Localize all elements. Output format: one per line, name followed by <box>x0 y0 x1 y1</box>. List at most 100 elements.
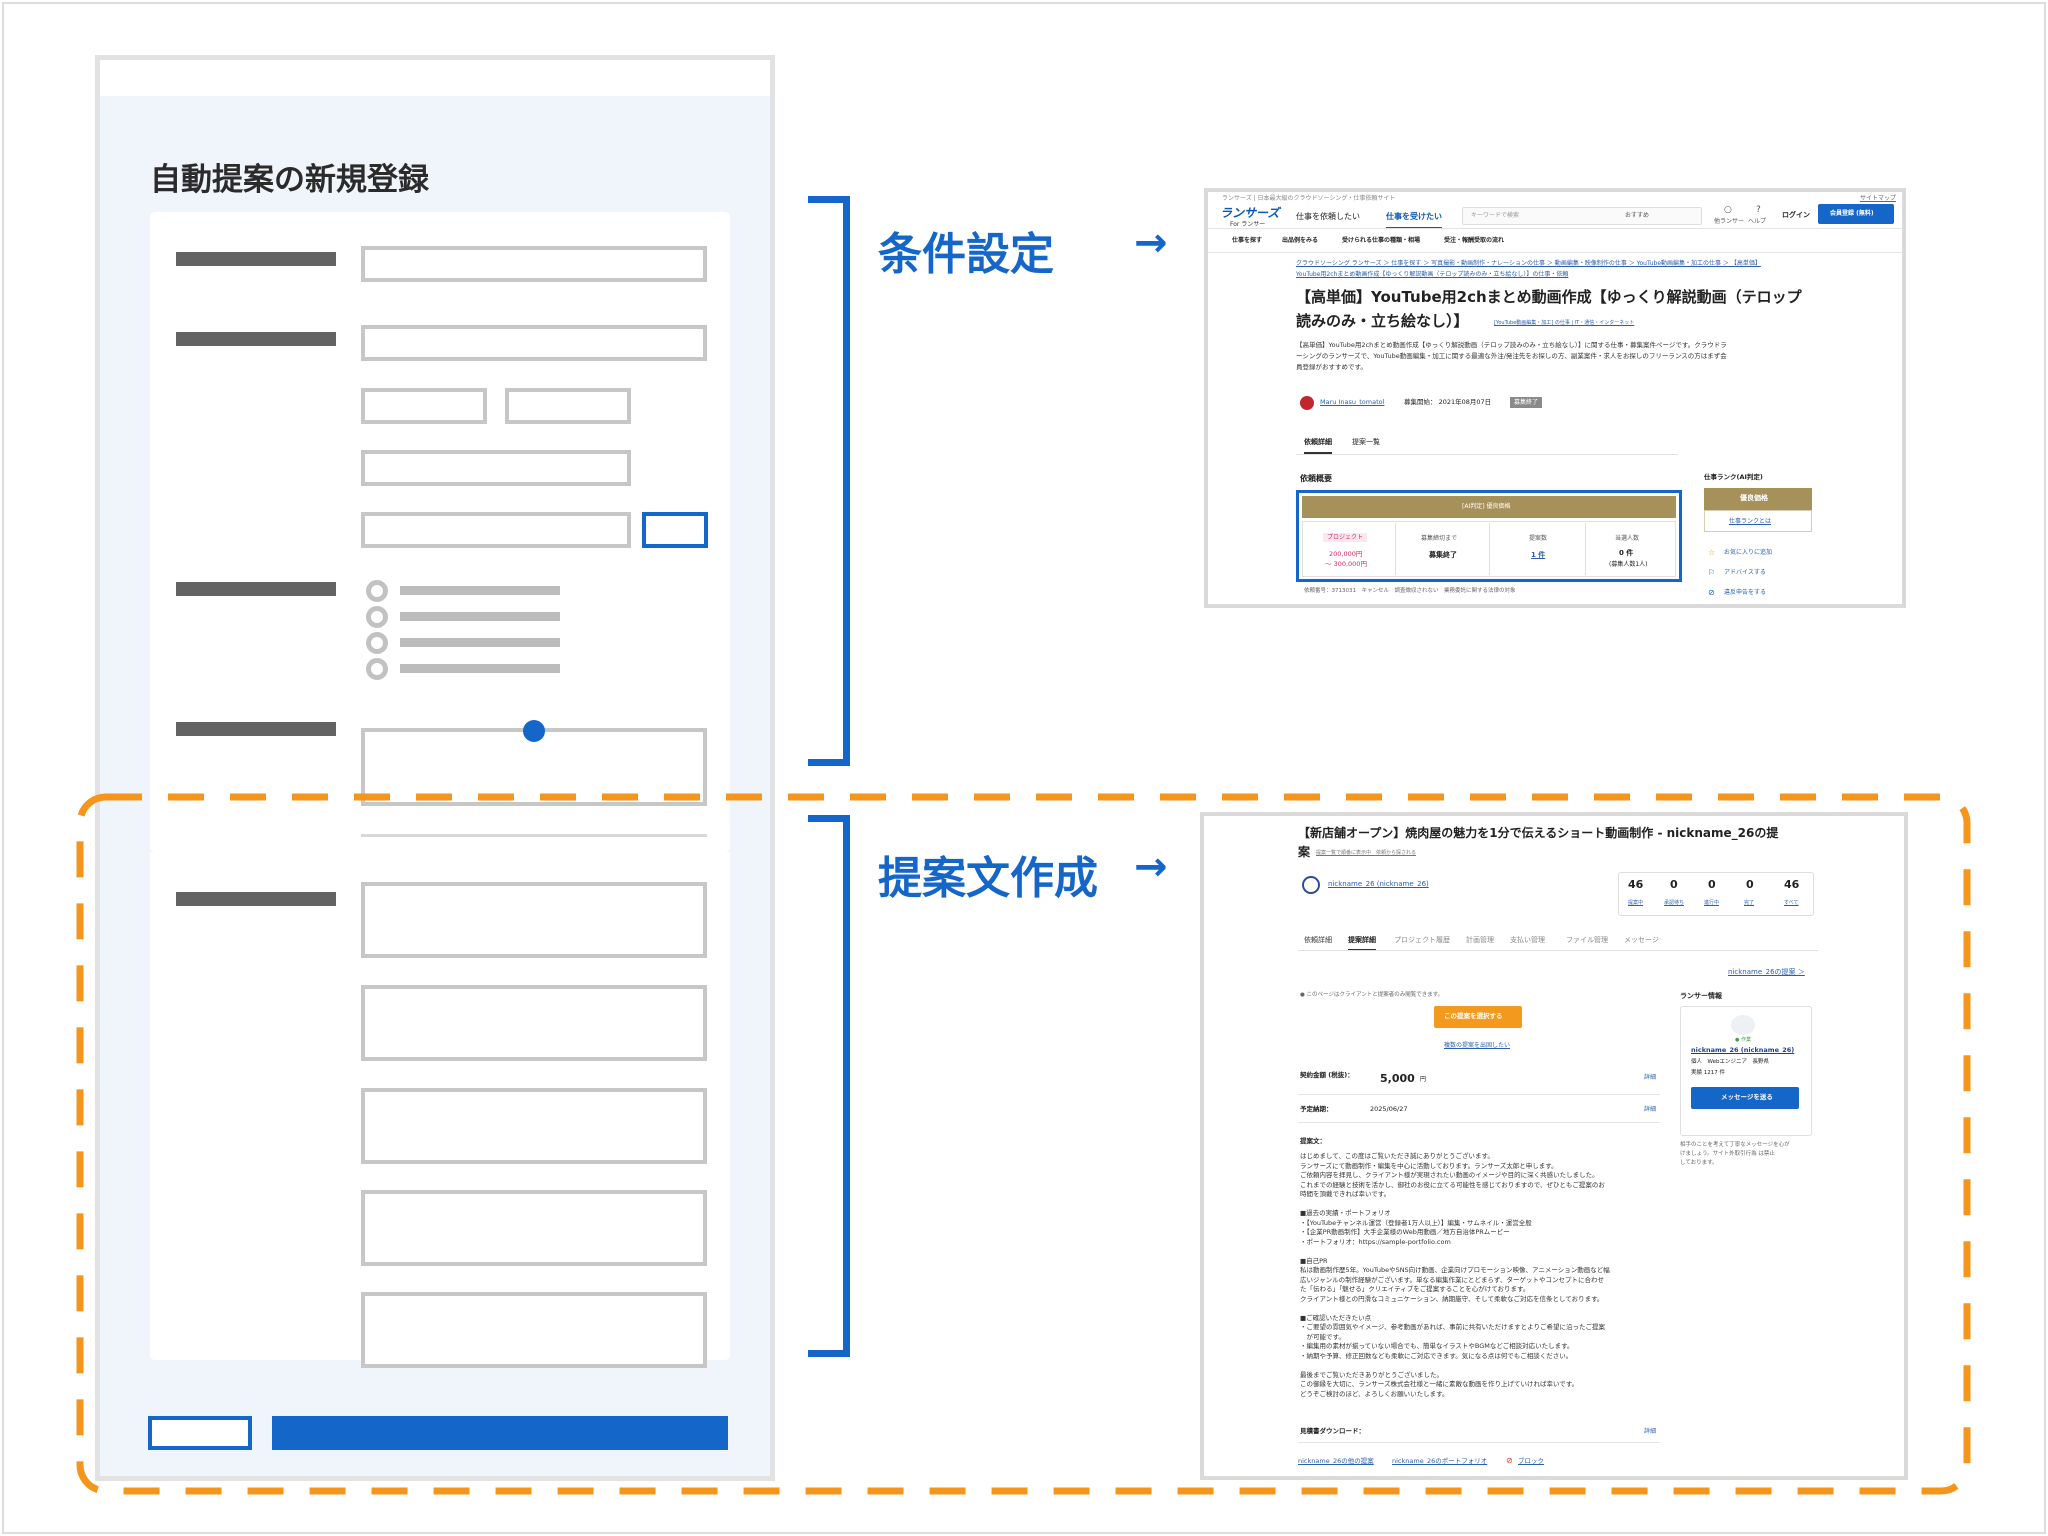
portfolio-link[interactable]: nickname_26のポートフォリオ <box>1392 1457 1487 1466</box>
lancer-card: ● 作業 nickname_26 (nickname_26) 個人 Webエンジ… <box>1680 1006 1812 1136</box>
tab-messages[interactable]: メッセージ <box>1624 936 1659 944</box>
proposal-body-line: 時間を頂戴できれば幸いです。 <box>1300 1190 1391 1198</box>
proposal-title-line2: 案 <box>1298 845 1311 859</box>
due-detail-toggle[interactable]: 詳細 <box>1644 1106 1656 1113</box>
sort-select[interactable]: おすすめ <box>1625 212 1649 219</box>
block-icon[interactable]: ⊘ <box>1506 1456 1513 1466</box>
stat-label-proposing[interactable]: 提案中 <box>1628 900 1643 906</box>
nav-hire[interactable]: 仕事を依頼したい <box>1296 212 1360 222</box>
search-input[interactable]: キーワードで検索 おすすめ <box>1462 207 1702 225</box>
subnav-examples[interactable]: 出品例をみる <box>1282 237 1318 244</box>
subnav-types[interactable]: 受けられる仕事の種類・相場 <box>1342 237 1420 244</box>
user-icon[interactable]: ○ <box>1724 205 1732 216</box>
proposal-link[interactable]: nickname_26の提案 ＞ <box>1728 968 1805 976</box>
lancers-logo[interactable]: ランサーズ <box>1220 206 1279 220</box>
message-button[interactable]: メッセージを送る <box>1691 1087 1799 1109</box>
proposal-body-line: クライアント様との円滑なコミュニケーション、納期厳守、そして柔軟なご対応を信条と… <box>1300 1294 1604 1303</box>
proposal-body-line: が可能です。 <box>1300 1332 1345 1341</box>
proposal-body-line: 広いジャンルの制作経験がございます。単なる編集作業にとどまらず、ターゲットやコン… <box>1300 1275 1604 1284</box>
price-min: 200,000円 <box>1329 550 1363 558</box>
multi-proposal-link[interactable]: 複数の提案を出固したい <box>1444 1042 1510 1049</box>
register-button[interactable]: 会員登録 (無料) <box>1818 204 1894 224</box>
nav-work[interactable]: 仕事を受けたい <box>1386 212 1442 229</box>
row-divider <box>1298 1122 1660 1123</box>
select-proposal-label: この提案を選択する <box>1444 1012 1503 1020</box>
job-footer-meta: 依頼番号：3713031 キャンセル 調査徴収されない 業務委託に関する法律の対… <box>1304 588 1516 594</box>
job-title-line2: 読みのみ・立ち絵なし）】 <box>1296 312 1469 330</box>
cell-divider <box>1585 523 1586 575</box>
lancer-note-line2: けましょう。サイト外取引行為 は禁止 <box>1680 1151 1775 1157</box>
proposal-body: はじめまして、この度はご覧いただき誠にありがとうございます。 ランサーズにて動画制… <box>1300 1152 1672 1399</box>
login-link[interactable]: ログイン <box>1782 211 1810 219</box>
proposal-body-line: この御縁を大切に、ランサーズ株式会社様と一緒に素敵な動画を作り上げていければ幸い… <box>1300 1380 1579 1388</box>
condition-bracket <box>808 196 850 766</box>
advice-icon[interactable]: ⚐ <box>1708 568 1715 578</box>
proposal-body-line: ・納期や予算、修正回数なども柔軟にご対応できます。気になる点は何でもご相談くださ… <box>1300 1351 1573 1360</box>
lancer-note-line3: しております。 <box>1680 1160 1718 1166</box>
winners-value: 0 件 <box>1619 549 1634 557</box>
winners-label: 当選人数 <box>1615 535 1640 542</box>
fee-detail-toggle[interactable]: 詳細 <box>1644 1074 1656 1081</box>
advice-link[interactable]: アドバイスする <box>1724 569 1766 576</box>
proposal-body-line: どうぞご検討のほど、よろしくお願いいたします。 <box>1300 1389 1449 1398</box>
tab-plan[interactable]: 計画管理 <box>1466 936 1494 944</box>
block-link[interactable]: ブロック <box>1518 1457 1544 1466</box>
client-name[interactable]: Maru Inasu_tomatol <box>1320 398 1384 407</box>
due-label: 予定納期： <box>1300 1105 1333 1113</box>
proposal-body-line: ■ご確認いただきたい点 <box>1300 1313 1372 1322</box>
proposal-body-line: これまでの経験と技術を活かし、御社のお役に立てる可能性を感じておりますので、ぜひ… <box>1300 1180 1605 1189</box>
winners-sub: (募集人数1人) <box>1609 561 1648 568</box>
tab-divider <box>1298 950 1818 951</box>
proposal-count-label: 提案数 <box>1529 535 1548 542</box>
favorite-icon[interactable]: ☆ <box>1708 548 1715 558</box>
proposal-arrow: → <box>1134 844 1168 890</box>
proposal-body-line <box>1300 1304 1672 1314</box>
proposal-count-value[interactable]: 1 件 <box>1531 551 1545 559</box>
proposal-body-line: 私は動画制作歴5年。YouTubeやSNS向け動画、企業向けプロモーション映像、… <box>1300 1266 1610 1274</box>
tab-payment[interactable]: 支払い管理 <box>1510 936 1545 944</box>
user-name[interactable]: nickname_26 (nickname_26) <box>1328 880 1429 888</box>
proposal-body-line: た「伝わる」「魅せる」クリエイティブをご提案することを心がけております。 <box>1300 1285 1530 1293</box>
subnav-find[interactable]: 仕事を探す <box>1232 237 1262 244</box>
tab-proposals[interactable]: 提案一覧 <box>1352 438 1380 446</box>
select-proposal-button[interactable]: この提案を選択する <box>1434 1006 1522 1028</box>
report-link[interactable]: 違反申告をする <box>1724 589 1766 596</box>
body-label: 提案文： <box>1300 1137 1326 1145</box>
help-label: ヘルプ <box>1748 218 1767 225</box>
breadcrumb[interactable]: クラウドソーシング ランサーズ ＞ 仕事を探す ＞ 写真撮影・動画制作・ナレーシ… <box>1296 260 1761 267</box>
side-rank-link[interactable]: 仕事ランクとは <box>1729 518 1771 525</box>
subnav-flow[interactable]: 受注・報酬受取の流れ <box>1444 237 1504 244</box>
lancer-name[interactable]: nickname_26 (nickname_26) <box>1691 1046 1794 1055</box>
sitemap-link[interactable]: サイトマップ <box>1860 195 1896 202</box>
job-title-line1: 【高単価】YouTube用2chまとめ動画作成【ゆっくり解説動画（テロップ <box>1296 288 1802 306</box>
favorite-link[interactable]: お気に入りに追加 <box>1724 549 1772 556</box>
stat-label-pending[interactable]: 承認待ち <box>1664 900 1684 906</box>
cell-divider <box>1395 523 1396 575</box>
category-tag[interactable]: [YouTube動画編集・加工] の仕事 | IT・通信・インターネット <box>1494 320 1634 326</box>
other-proposals-link[interactable]: nickname_26の他の提案 <box>1298 1457 1374 1466</box>
lancer-info-heading: ランサー情報 <box>1680 992 1722 1000</box>
user-avatar <box>1302 876 1320 894</box>
tab-files[interactable]: ファイル管理 <box>1566 936 1608 944</box>
posted-date: 募集開始： 2021年08月07日 <box>1404 398 1492 406</box>
stat-label-ongoing[interactable]: 進行中 <box>1704 900 1719 906</box>
overview-heading: 依頼概要 <box>1300 474 1332 483</box>
proposal-small-links[interactable]: 提案一覧で順番に表示中 依頼から探される <box>1316 850 1416 856</box>
fee-label: 契約金額 (税抜)： <box>1300 1071 1354 1079</box>
tab-job-detail[interactable]: 依頼詳細 <box>1304 438 1332 455</box>
estimate-detail-toggle[interactable]: 詳細 <box>1644 1428 1656 1435</box>
tab-project-history[interactable]: プロジェクト履歴 <box>1394 936 1450 944</box>
help-icon[interactable]: ? <box>1756 205 1761 216</box>
stat-label-all[interactable]: すべて <box>1784 900 1798 906</box>
side-rank-box: 仕事ランクとは <box>1704 510 1812 532</box>
breadcrumb-current[interactable]: YouTube用2chまとめ動画作成【ゆっくり解説動画（テロップ読みのみ・立ち絵… <box>1296 271 1568 278</box>
tab-job-detail[interactable]: 依頼詳細 <box>1304 936 1332 944</box>
fee-value: 5,000 <box>1380 1072 1415 1085</box>
fee-unit: 円 <box>1420 1076 1427 1083</box>
stat-value-done: 0 <box>1746 878 1754 891</box>
stat-label-done[interactable]: 完了 <box>1744 900 1754 906</box>
estimate-label: 見積書ダウンロード： <box>1300 1427 1365 1435</box>
report-icon[interactable]: ⊘ <box>1708 588 1715 598</box>
header-divider <box>1208 228 1902 229</box>
site-topline: ランサーズ | 日本最大級のクラウドソーシング・仕事依頼サイト <box>1222 195 1396 202</box>
